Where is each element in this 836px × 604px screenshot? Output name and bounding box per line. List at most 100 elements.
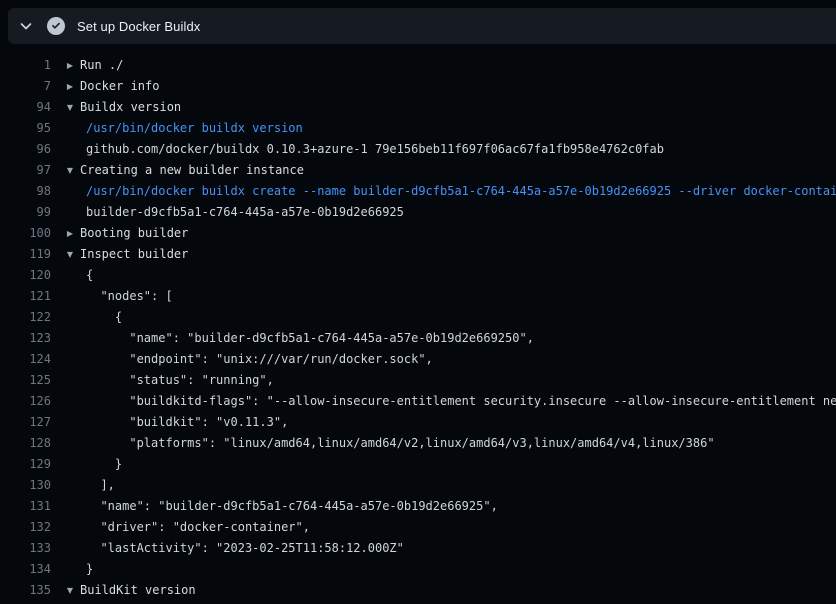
log-line-row: 133 "lastActivity": "2023-02-25T11:58:12… xyxy=(0,538,836,559)
log-text: "buildkitd-flags": "--allow-insecure-ent… xyxy=(86,391,836,412)
line-number[interactable]: 127 xyxy=(0,412,51,433)
log-text: "name": "builder-d9cfb5a1-c764-445a-a57e… xyxy=(86,328,534,349)
line-number[interactable]: 96 xyxy=(0,139,51,160)
check-circle-icon xyxy=(47,17,65,35)
log-lines: 1 ▶ Run ./ 7 ▶ Docker info 94 ▼ Buildx v… xyxy=(0,44,836,604)
log-line-row: 99 builder-d9cfb5a1-c764-445a-a57e-0b19d… xyxy=(0,202,836,223)
line-number[interactable]: 95 xyxy=(0,118,51,139)
line-number[interactable]: 125 xyxy=(0,370,51,391)
log-text: "endpoint": "unix:///var/run/docker.sock… xyxy=(86,349,433,370)
line-number[interactable]: 129 xyxy=(0,454,51,475)
group-toggle-icon xyxy=(63,454,86,475)
group-toggle-icon xyxy=(63,118,86,139)
group-toggle-icon xyxy=(63,391,86,412)
group-toggle-icon xyxy=(63,412,86,433)
log-text: builder-d9cfb5a1-c764-445a-a57e-0b19d2e6… xyxy=(86,202,404,223)
log-text: /usr/bin/docker buildx version xyxy=(86,118,303,139)
group-toggle-icon xyxy=(63,181,86,202)
log-line-row: 132 "driver": "docker-container", xyxy=(0,517,836,538)
log-text: Booting builder xyxy=(80,223,188,244)
line-number[interactable]: 7 xyxy=(0,76,51,97)
line-number[interactable]: 135 xyxy=(0,580,51,601)
log-text: "driver": "docker-container", xyxy=(86,517,310,538)
chevron-down-icon[interactable] xyxy=(14,14,38,38)
group-collapsed-icon[interactable]: ▶ xyxy=(63,55,77,76)
log-text: Buildx version xyxy=(80,97,181,118)
log-group-row[interactable]: 7 ▶ Docker info xyxy=(0,76,836,97)
log-text: github.com/docker/buildx 0.10.3+azure-1 … xyxy=(86,139,664,160)
log-line-row: 131 "name": "builder-d9cfb5a1-c764-445a-… xyxy=(0,496,836,517)
log-line-row: 121 "nodes": [ xyxy=(0,286,836,307)
log-group-row[interactable]: 97 ▼ Creating a new builder instance xyxy=(0,160,836,181)
group-collapsed-icon[interactable]: ▶ xyxy=(63,76,77,97)
log-text: { xyxy=(86,265,93,286)
log-text: Inspect builder xyxy=(80,244,188,265)
log-line-row: 127 "buildkit": "v0.11.3", xyxy=(0,412,836,433)
log-line-row: 96 github.com/docker/buildx 0.10.3+azure… xyxy=(0,139,836,160)
line-number[interactable]: 1 xyxy=(0,55,51,76)
group-expanded-icon[interactable]: ▼ xyxy=(63,97,77,118)
log-group-row[interactable]: 119 ▼ Inspect builder xyxy=(0,244,836,265)
log-text: "buildkit": "v0.11.3", xyxy=(86,412,288,433)
line-number[interactable]: 133 xyxy=(0,538,51,559)
step-title: Set up Docker Buildx xyxy=(77,19,200,34)
log-line-row: 126 "buildkitd-flags": "--allow-insecure… xyxy=(0,391,836,412)
line-number[interactable]: 120 xyxy=(0,265,51,286)
log-line-row: 129 } xyxy=(0,454,836,475)
group-expanded-icon[interactable]: ▼ xyxy=(63,580,77,601)
line-number[interactable]: 123 xyxy=(0,328,51,349)
log-text: Run ./ xyxy=(80,55,123,76)
log-line-row: 124 "endpoint": "unix:///var/run/docker.… xyxy=(0,349,836,370)
group-expanded-icon[interactable]: ▼ xyxy=(63,160,77,181)
group-toggle-icon xyxy=(63,202,86,223)
line-number[interactable]: 124 xyxy=(0,349,51,370)
group-expanded-icon[interactable]: ▼ xyxy=(63,244,77,265)
group-toggle-icon xyxy=(63,328,86,349)
log-group-row[interactable]: 94 ▼ Buildx version xyxy=(0,97,836,118)
line-number[interactable]: 128 xyxy=(0,433,51,454)
log-line-row: 98 /usr/bin/docker buildx create --name … xyxy=(0,181,836,202)
log-line-row: 120 { xyxy=(0,265,836,286)
line-number[interactable]: 121 xyxy=(0,286,51,307)
group-toggle-icon xyxy=(63,349,86,370)
log-text: /usr/bin/docker buildx create --name bui… xyxy=(86,181,836,202)
group-toggle-icon xyxy=(63,370,86,391)
log-line-row: 123 "name": "builder-d9cfb5a1-c764-445a-… xyxy=(0,328,836,349)
group-toggle-icon xyxy=(63,307,86,328)
group-toggle-icon xyxy=(63,286,86,307)
log-group-row[interactable]: 100 ▶ Booting builder xyxy=(0,223,836,244)
line-number[interactable]: 99 xyxy=(0,202,51,223)
log-group-row[interactable]: 1 ▶ Run ./ xyxy=(0,55,836,76)
log-group-row[interactable]: 135 ▼ BuildKit version xyxy=(0,580,836,601)
group-toggle-icon xyxy=(63,265,86,286)
log-text: } xyxy=(86,559,93,580)
line-number[interactable]: 100 xyxy=(0,223,51,244)
log-line-row: 134 } xyxy=(0,559,836,580)
log-text: { xyxy=(86,307,122,328)
group-toggle-icon xyxy=(63,139,86,160)
group-toggle-icon xyxy=(63,517,86,538)
log-text: Docker info xyxy=(80,76,159,97)
group-toggle-icon xyxy=(63,559,86,580)
log-line-row: 125 "status": "running", xyxy=(0,370,836,391)
group-toggle-icon xyxy=(63,538,86,559)
line-number[interactable]: 132 xyxy=(0,517,51,538)
line-number[interactable]: 119 xyxy=(0,244,51,265)
line-number[interactable]: 126 xyxy=(0,391,51,412)
log-text: "nodes": [ xyxy=(86,286,173,307)
log-text: ], xyxy=(86,475,115,496)
log-line-row: 95 /usr/bin/docker buildx version xyxy=(0,118,836,139)
line-number[interactable]: 94 xyxy=(0,97,51,118)
log-line-row: 130 ], xyxy=(0,475,836,496)
line-number[interactable]: 130 xyxy=(0,475,51,496)
log-line-row: 122 { xyxy=(0,307,836,328)
line-number[interactable]: 97 xyxy=(0,160,51,181)
log-text: "platforms": "linux/amd64,linux/amd64/v2… xyxy=(86,433,715,454)
line-number[interactable]: 131 xyxy=(0,496,51,517)
log-text: BuildKit version xyxy=(80,580,196,601)
step-header[interactable]: Set up Docker Buildx xyxy=(8,8,836,44)
line-number[interactable]: 134 xyxy=(0,559,51,580)
group-collapsed-icon[interactable]: ▶ xyxy=(63,223,77,244)
line-number[interactable]: 98 xyxy=(0,181,51,202)
line-number[interactable]: 122 xyxy=(0,307,51,328)
